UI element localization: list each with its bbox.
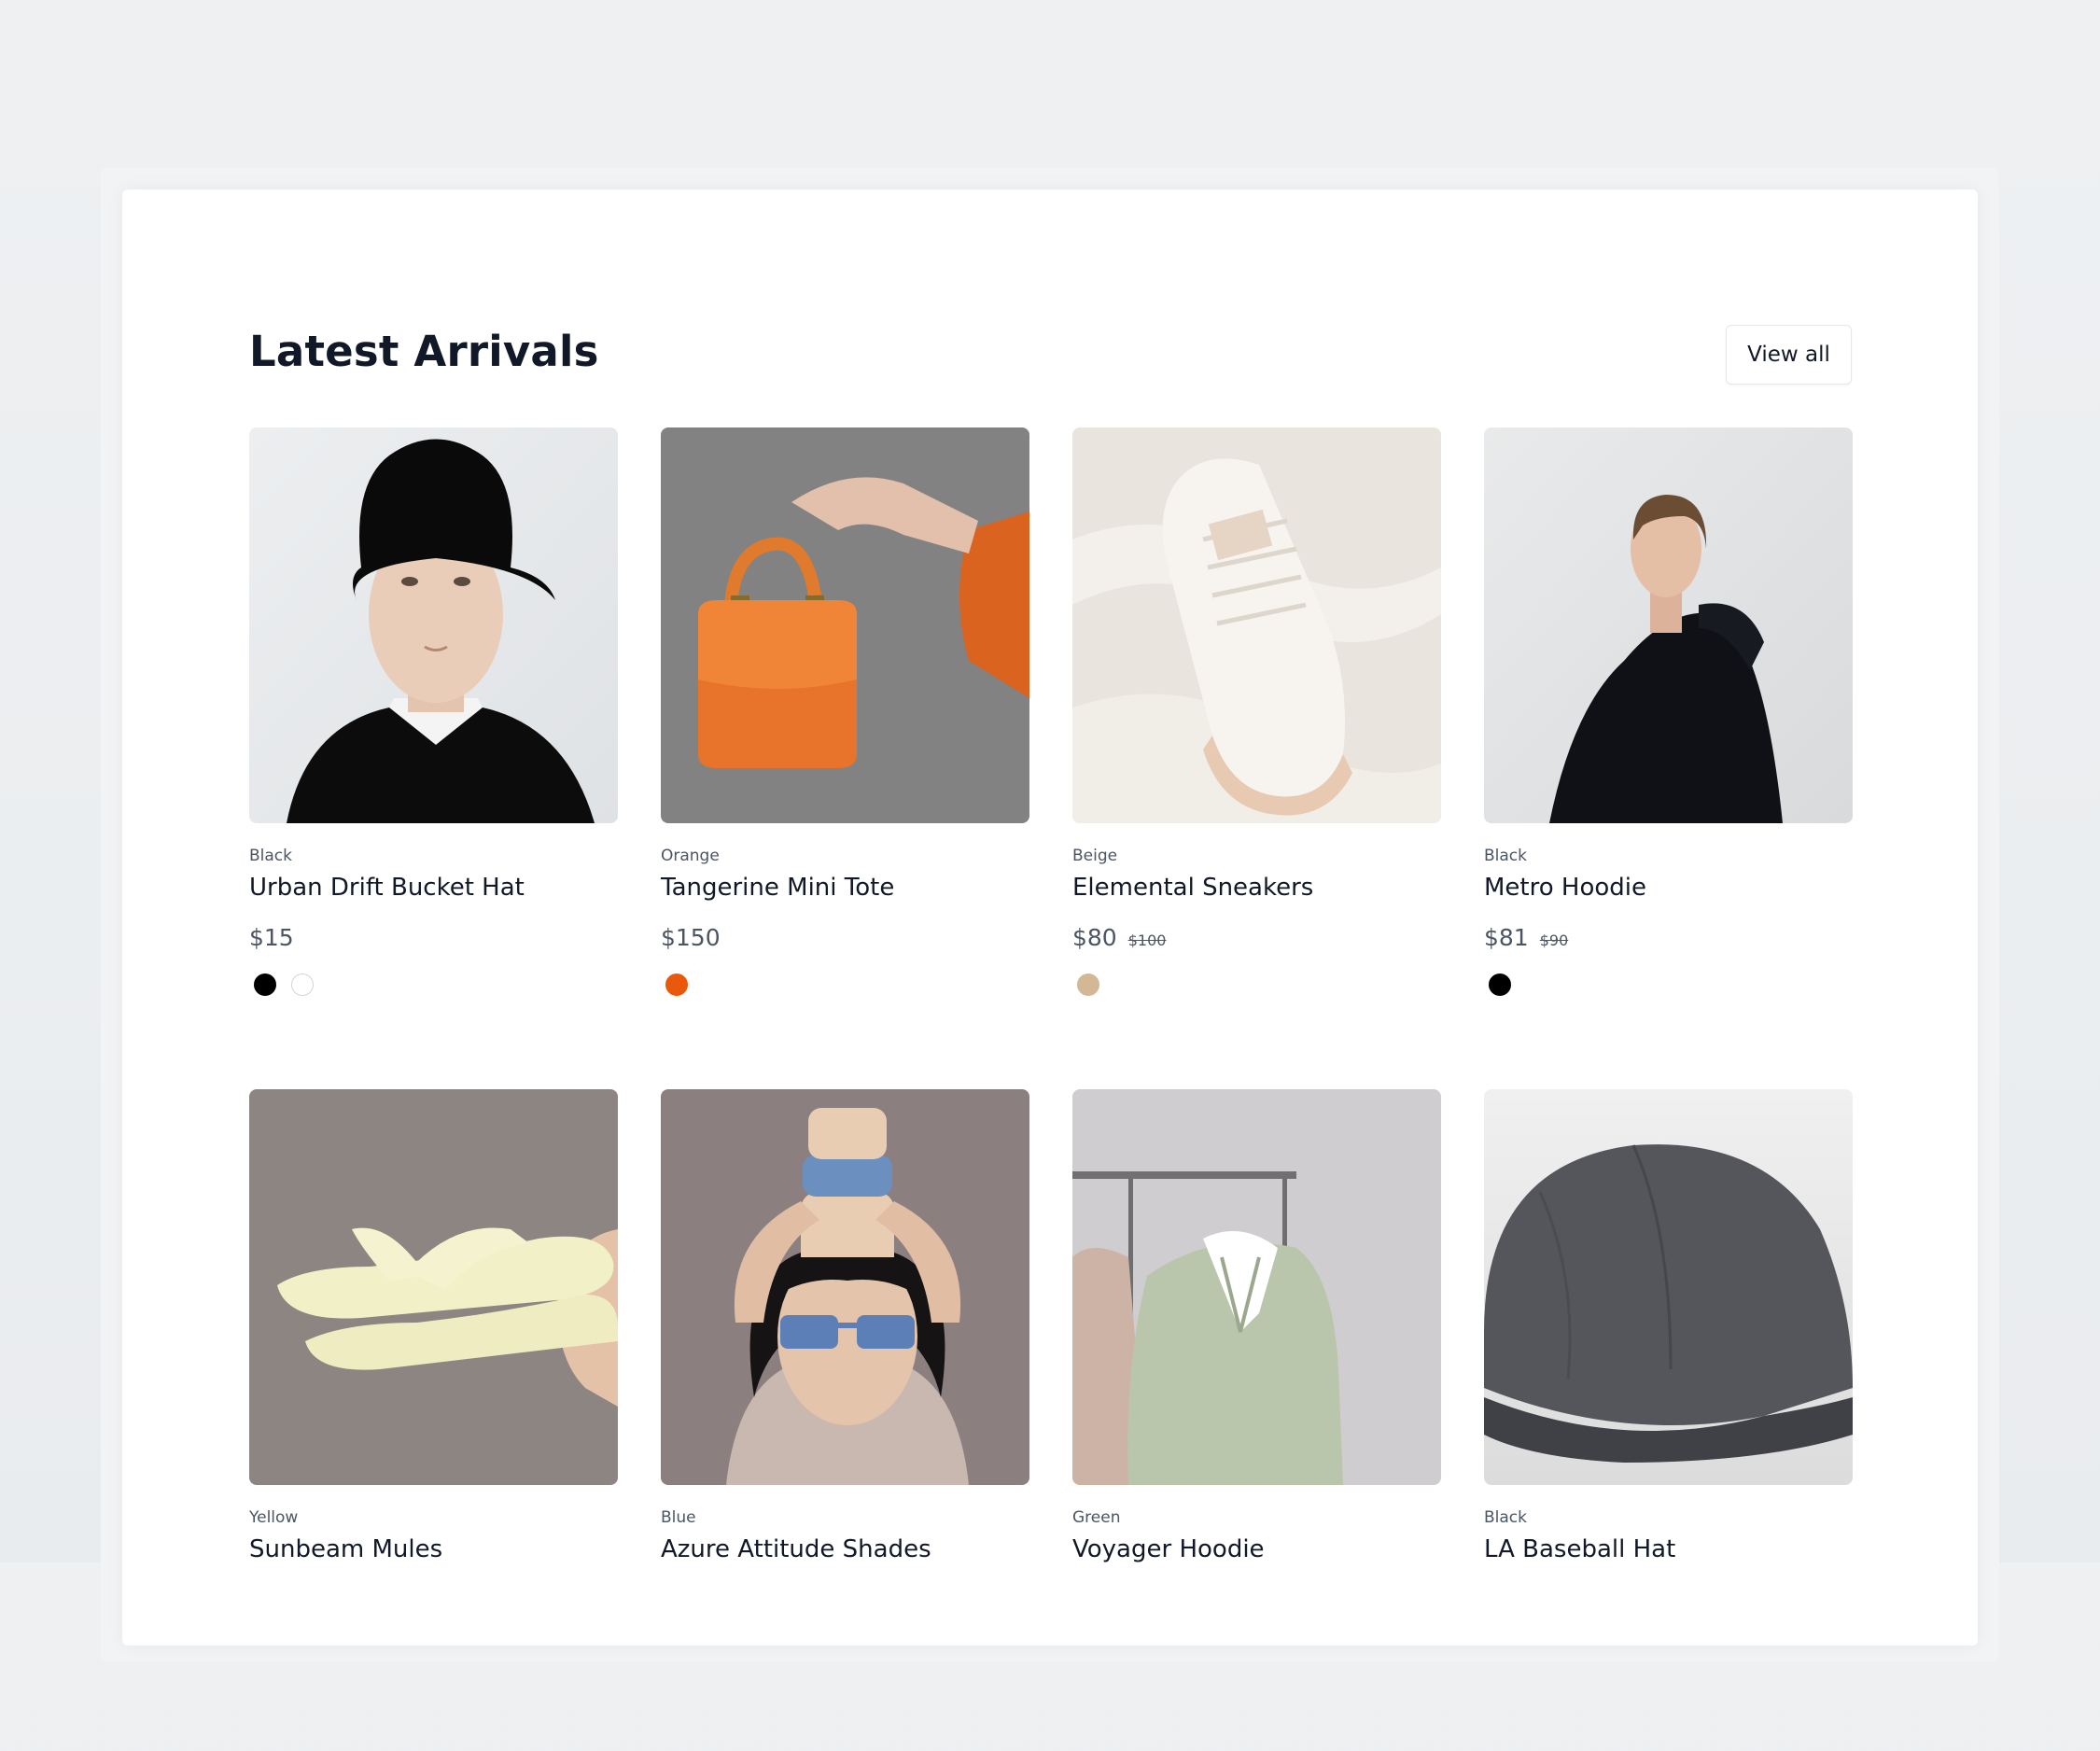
product-name[interactable]: Azure Attitude Shades [661,1535,1029,1563]
price-row: $150 [661,924,1029,951]
color-swatch-beige[interactable] [1077,974,1099,996]
product-name[interactable]: LA Baseball Hat [1484,1535,1853,1563]
sneaker-photo[interactable] [1072,427,1441,823]
green-hoodie-photo[interactable] [1072,1089,1441,1485]
product-variant: Orange [661,847,720,865]
product-original-price: $90 [1539,932,1569,949]
color-swatch-black[interactable] [254,974,276,996]
product-card[interactable]: Black Metro Hoodie $81 $90 [1484,427,1853,1089]
product-price: $81 [1484,924,1529,951]
product-variant: Beige [1072,847,1118,865]
color-swatch-orange[interactable] [665,974,688,996]
product-card[interactable]: Blue Azure Attitude Shades [661,1089,1029,1751]
color-swatches [661,974,1029,996]
product-price: $150 [661,924,721,951]
product-name[interactable]: Metro Hoodie [1484,874,1853,902]
section-header: Latest Arrivals View all [249,325,1852,386]
product-card[interactable]: Black Urban Drift Bucket Hat $15 [249,427,618,1089]
product-variant: Yellow [249,1508,299,1527]
price-row: $15 [249,924,618,951]
color-swatch-black[interactable] [1489,974,1511,996]
product-name[interactable]: Urban Drift Bucket Hat [249,874,618,902]
product-card[interactable]: Black LA Baseball Hat [1484,1089,1853,1751]
product-card[interactable]: Green Voyager Hoodie [1072,1089,1441,1751]
product-price: $15 [249,924,294,951]
product-variant: Blue [661,1508,696,1527]
product-card[interactable]: Beige Elemental Sneakers $80 $100 [1072,427,1441,1089]
product-price: $80 [1072,924,1117,951]
section-title: Latest Arrivals [249,327,599,376]
product-variant: Black [249,847,292,865]
product-name[interactable]: Voyager Hoodie [1072,1535,1441,1563]
product-name[interactable]: Tangerine Mini Tote [661,874,1029,902]
orange-tote-photo[interactable] [661,427,1029,823]
view-all-button[interactable]: View all [1726,325,1852,385]
product-grid: Black Urban Drift Bucket Hat $15 Orange … [249,427,1853,1751]
color-swatches [1072,974,1441,996]
product-variant: Green [1072,1508,1121,1527]
blue-sunglasses-photo[interactable] [661,1089,1029,1485]
color-swatch-white[interactable] [291,974,314,996]
black-hoodie-photo[interactable] [1484,427,1853,823]
color-swatches [249,974,618,996]
bucket-hat-photo[interactable] [249,427,618,823]
price-row: $81 $90 [1484,924,1853,951]
price-row: $80 $100 [1072,924,1441,951]
product-variant: Black [1484,847,1527,865]
product-name[interactable]: Elemental Sneakers [1072,874,1441,902]
product-card[interactable]: Yellow Sunbeam Mules [249,1089,618,1751]
color-swatches [1484,974,1853,996]
baseball-cap-photo[interactable] [1484,1089,1853,1485]
product-card[interactable]: Orange Tangerine Mini Tote $150 [661,427,1029,1089]
product-variant: Black [1484,1508,1527,1527]
product-name[interactable]: Sunbeam Mules [249,1535,618,1563]
product-original-price: $100 [1127,932,1167,949]
yellow-mules-photo[interactable] [249,1089,618,1485]
